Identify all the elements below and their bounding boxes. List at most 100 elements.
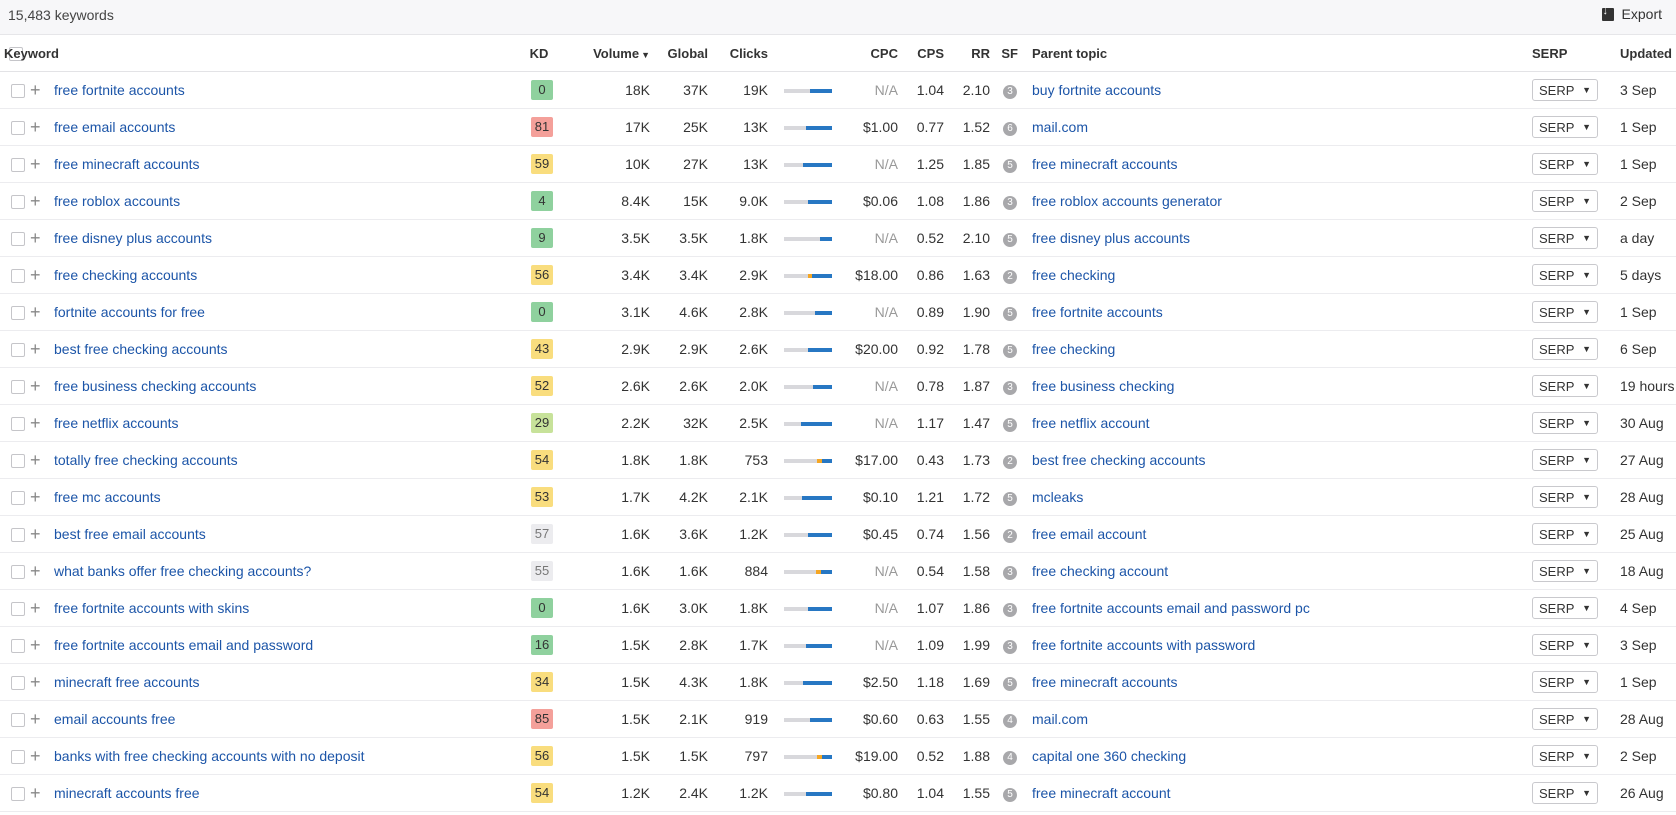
serp-features-badge[interactable]: 2: [1003, 270, 1017, 284]
keyword-link[interactable]: free email accounts: [54, 119, 175, 135]
add-to-list-icon[interactable]: +: [30, 81, 41, 99]
serp-dropdown-button[interactable]: SERP ▼: [1532, 264, 1598, 286]
row-checkbox[interactable]: [11, 565, 25, 580]
parent-topic-link[interactable]: free fortnite accounts with password: [1032, 637, 1255, 653]
keyword-link[interactable]: free fortnite accounts: [54, 82, 185, 98]
serp-dropdown-button[interactable]: SERP ▼: [1532, 634, 1598, 656]
col-global[interactable]: Global: [656, 35, 714, 72]
serp-dropdown-button[interactable]: SERP ▼: [1532, 338, 1598, 360]
serp-dropdown-button[interactable]: SERP ▼: [1532, 301, 1598, 323]
serp-features-badge[interactable]: 3: [1003, 381, 1017, 395]
add-to-list-icon[interactable]: +: [30, 636, 41, 654]
add-to-list-icon[interactable]: +: [30, 340, 41, 358]
serp-dropdown-button[interactable]: SERP ▼: [1532, 671, 1598, 693]
serp-dropdown-button[interactable]: SERP ▼: [1532, 449, 1598, 471]
add-to-list-icon[interactable]: +: [30, 451, 41, 469]
serp-dropdown-button[interactable]: SERP ▼: [1532, 375, 1598, 397]
add-to-list-icon[interactable]: +: [30, 525, 41, 543]
row-checkbox[interactable]: [11, 158, 25, 173]
serp-features-badge[interactable]: 5: [1003, 788, 1017, 802]
keyword-link[interactable]: minecraft free accounts: [54, 674, 200, 690]
add-to-list-icon[interactable]: +: [30, 192, 41, 210]
add-to-list-icon[interactable]: +: [30, 155, 41, 173]
serp-dropdown-button[interactable]: SERP ▼: [1532, 153, 1598, 175]
row-checkbox[interactable]: [11, 491, 25, 506]
row-checkbox[interactable]: [11, 639, 25, 654]
row-checkbox[interactable]: [11, 787, 25, 802]
keyword-link[interactable]: free fortnite accounts with skins: [54, 600, 249, 616]
add-to-list-icon[interactable]: +: [30, 303, 41, 321]
col-cps[interactable]: CPS: [904, 35, 950, 72]
keyword-link[interactable]: best free email accounts: [54, 526, 206, 542]
parent-topic-link[interactable]: mcleaks: [1032, 489, 1083, 505]
keyword-link[interactable]: fortnite accounts for free: [54, 304, 205, 320]
parent-topic-link[interactable]: free minecraft accounts: [1032, 674, 1178, 690]
keyword-link[interactable]: free fortnite accounts email and passwor…: [54, 637, 313, 653]
parent-topic-link[interactable]: free checking: [1032, 267, 1115, 283]
parent-topic-link[interactable]: free business checking: [1032, 378, 1174, 394]
keyword-link[interactable]: totally free checking accounts: [54, 452, 238, 468]
serp-features-badge[interactable]: 5: [1003, 344, 1017, 358]
serp-features-badge[interactable]: 5: [1003, 307, 1017, 321]
col-clicks[interactable]: Clicks: [714, 35, 774, 72]
keyword-link[interactable]: free minecraft accounts: [54, 156, 200, 172]
parent-topic-link[interactable]: free fortnite accounts: [1032, 304, 1163, 320]
parent-topic-link[interactable]: free minecraft account: [1032, 785, 1171, 801]
add-to-list-icon[interactable]: +: [30, 747, 41, 765]
col-parent-topic[interactable]: Parent topic: [1024, 35, 1530, 72]
serp-features-badge[interactable]: 5: [1003, 159, 1017, 173]
add-to-list-icon[interactable]: +: [30, 599, 41, 617]
keyword-link[interactable]: free disney plus accounts: [54, 230, 212, 246]
row-checkbox[interactable]: [11, 417, 25, 432]
serp-dropdown-button[interactable]: SERP ▼: [1532, 486, 1598, 508]
serp-features-badge[interactable]: 4: [1003, 714, 1017, 728]
serp-features-badge[interactable]: 5: [1003, 418, 1017, 432]
row-checkbox[interactable]: [11, 750, 25, 765]
add-to-list-icon[interactable]: +: [30, 118, 41, 136]
parent-topic-link[interactable]: mail.com: [1032, 711, 1088, 727]
parent-topic-link[interactable]: free netflix account: [1032, 415, 1150, 431]
add-to-list-icon[interactable]: +: [30, 266, 41, 284]
keyword-link[interactable]: best free checking accounts: [54, 341, 228, 357]
col-sf[interactable]: SF: [996, 35, 1024, 72]
parent-topic-link[interactable]: best free checking accounts: [1032, 452, 1206, 468]
row-checkbox[interactable]: [11, 84, 25, 99]
add-to-list-icon[interactable]: +: [30, 562, 41, 580]
col-serp[interactable]: SERP: [1530, 35, 1618, 72]
parent-topic-link[interactable]: mail.com: [1032, 119, 1088, 135]
serp-features-badge[interactable]: 5: [1003, 677, 1017, 691]
row-checkbox[interactable]: [11, 232, 25, 247]
add-to-list-icon[interactable]: +: [30, 784, 41, 802]
row-checkbox[interactable]: [11, 676, 25, 691]
row-checkbox[interactable]: [11, 454, 25, 469]
keyword-link[interactable]: banks with free checking accounts with n…: [54, 748, 365, 764]
keyword-link[interactable]: minecraft accounts free: [54, 785, 200, 801]
serp-features-badge[interactable]: 3: [1003, 196, 1017, 210]
parent-topic-link[interactable]: capital one 360 checking: [1032, 748, 1186, 764]
add-to-list-icon[interactable]: +: [30, 414, 41, 432]
add-to-list-icon[interactable]: +: [30, 377, 41, 395]
serp-dropdown-button[interactable]: SERP ▼: [1532, 227, 1598, 249]
serp-dropdown-button[interactable]: SERP ▼: [1532, 745, 1598, 767]
serp-features-badge[interactable]: 3: [1003, 603, 1017, 617]
row-checkbox[interactable]: [11, 306, 25, 321]
serp-features-badge[interactable]: 2: [1003, 455, 1017, 469]
keyword-link[interactable]: free mc accounts: [54, 489, 161, 505]
serp-features-badge[interactable]: 5: [1003, 492, 1017, 506]
col-keyword[interactable]: Keyword: [4, 35, 496, 72]
serp-dropdown-button[interactable]: SERP ▼: [1532, 190, 1598, 212]
keyword-link[interactable]: free checking accounts: [54, 267, 197, 283]
serp-dropdown-button[interactable]: SERP ▼: [1532, 116, 1598, 138]
row-checkbox[interactable]: [11, 195, 25, 210]
parent-topic-link[interactable]: free email account: [1032, 526, 1146, 542]
parent-topic-link[interactable]: free checking: [1032, 341, 1115, 357]
serp-features-badge[interactable]: 2: [1003, 529, 1017, 543]
col-cpc[interactable]: CPC: [838, 35, 904, 72]
row-checkbox[interactable]: [11, 121, 25, 136]
col-volume[interactable]: Volume ▼: [564, 35, 656, 72]
parent-topic-link[interactable]: free roblox accounts generator: [1032, 193, 1222, 209]
keyword-link[interactable]: free netflix accounts: [54, 415, 179, 431]
col-updated[interactable]: Updated: [1618, 35, 1676, 72]
add-to-list-icon[interactable]: +: [30, 229, 41, 247]
row-checkbox[interactable]: [11, 380, 25, 395]
